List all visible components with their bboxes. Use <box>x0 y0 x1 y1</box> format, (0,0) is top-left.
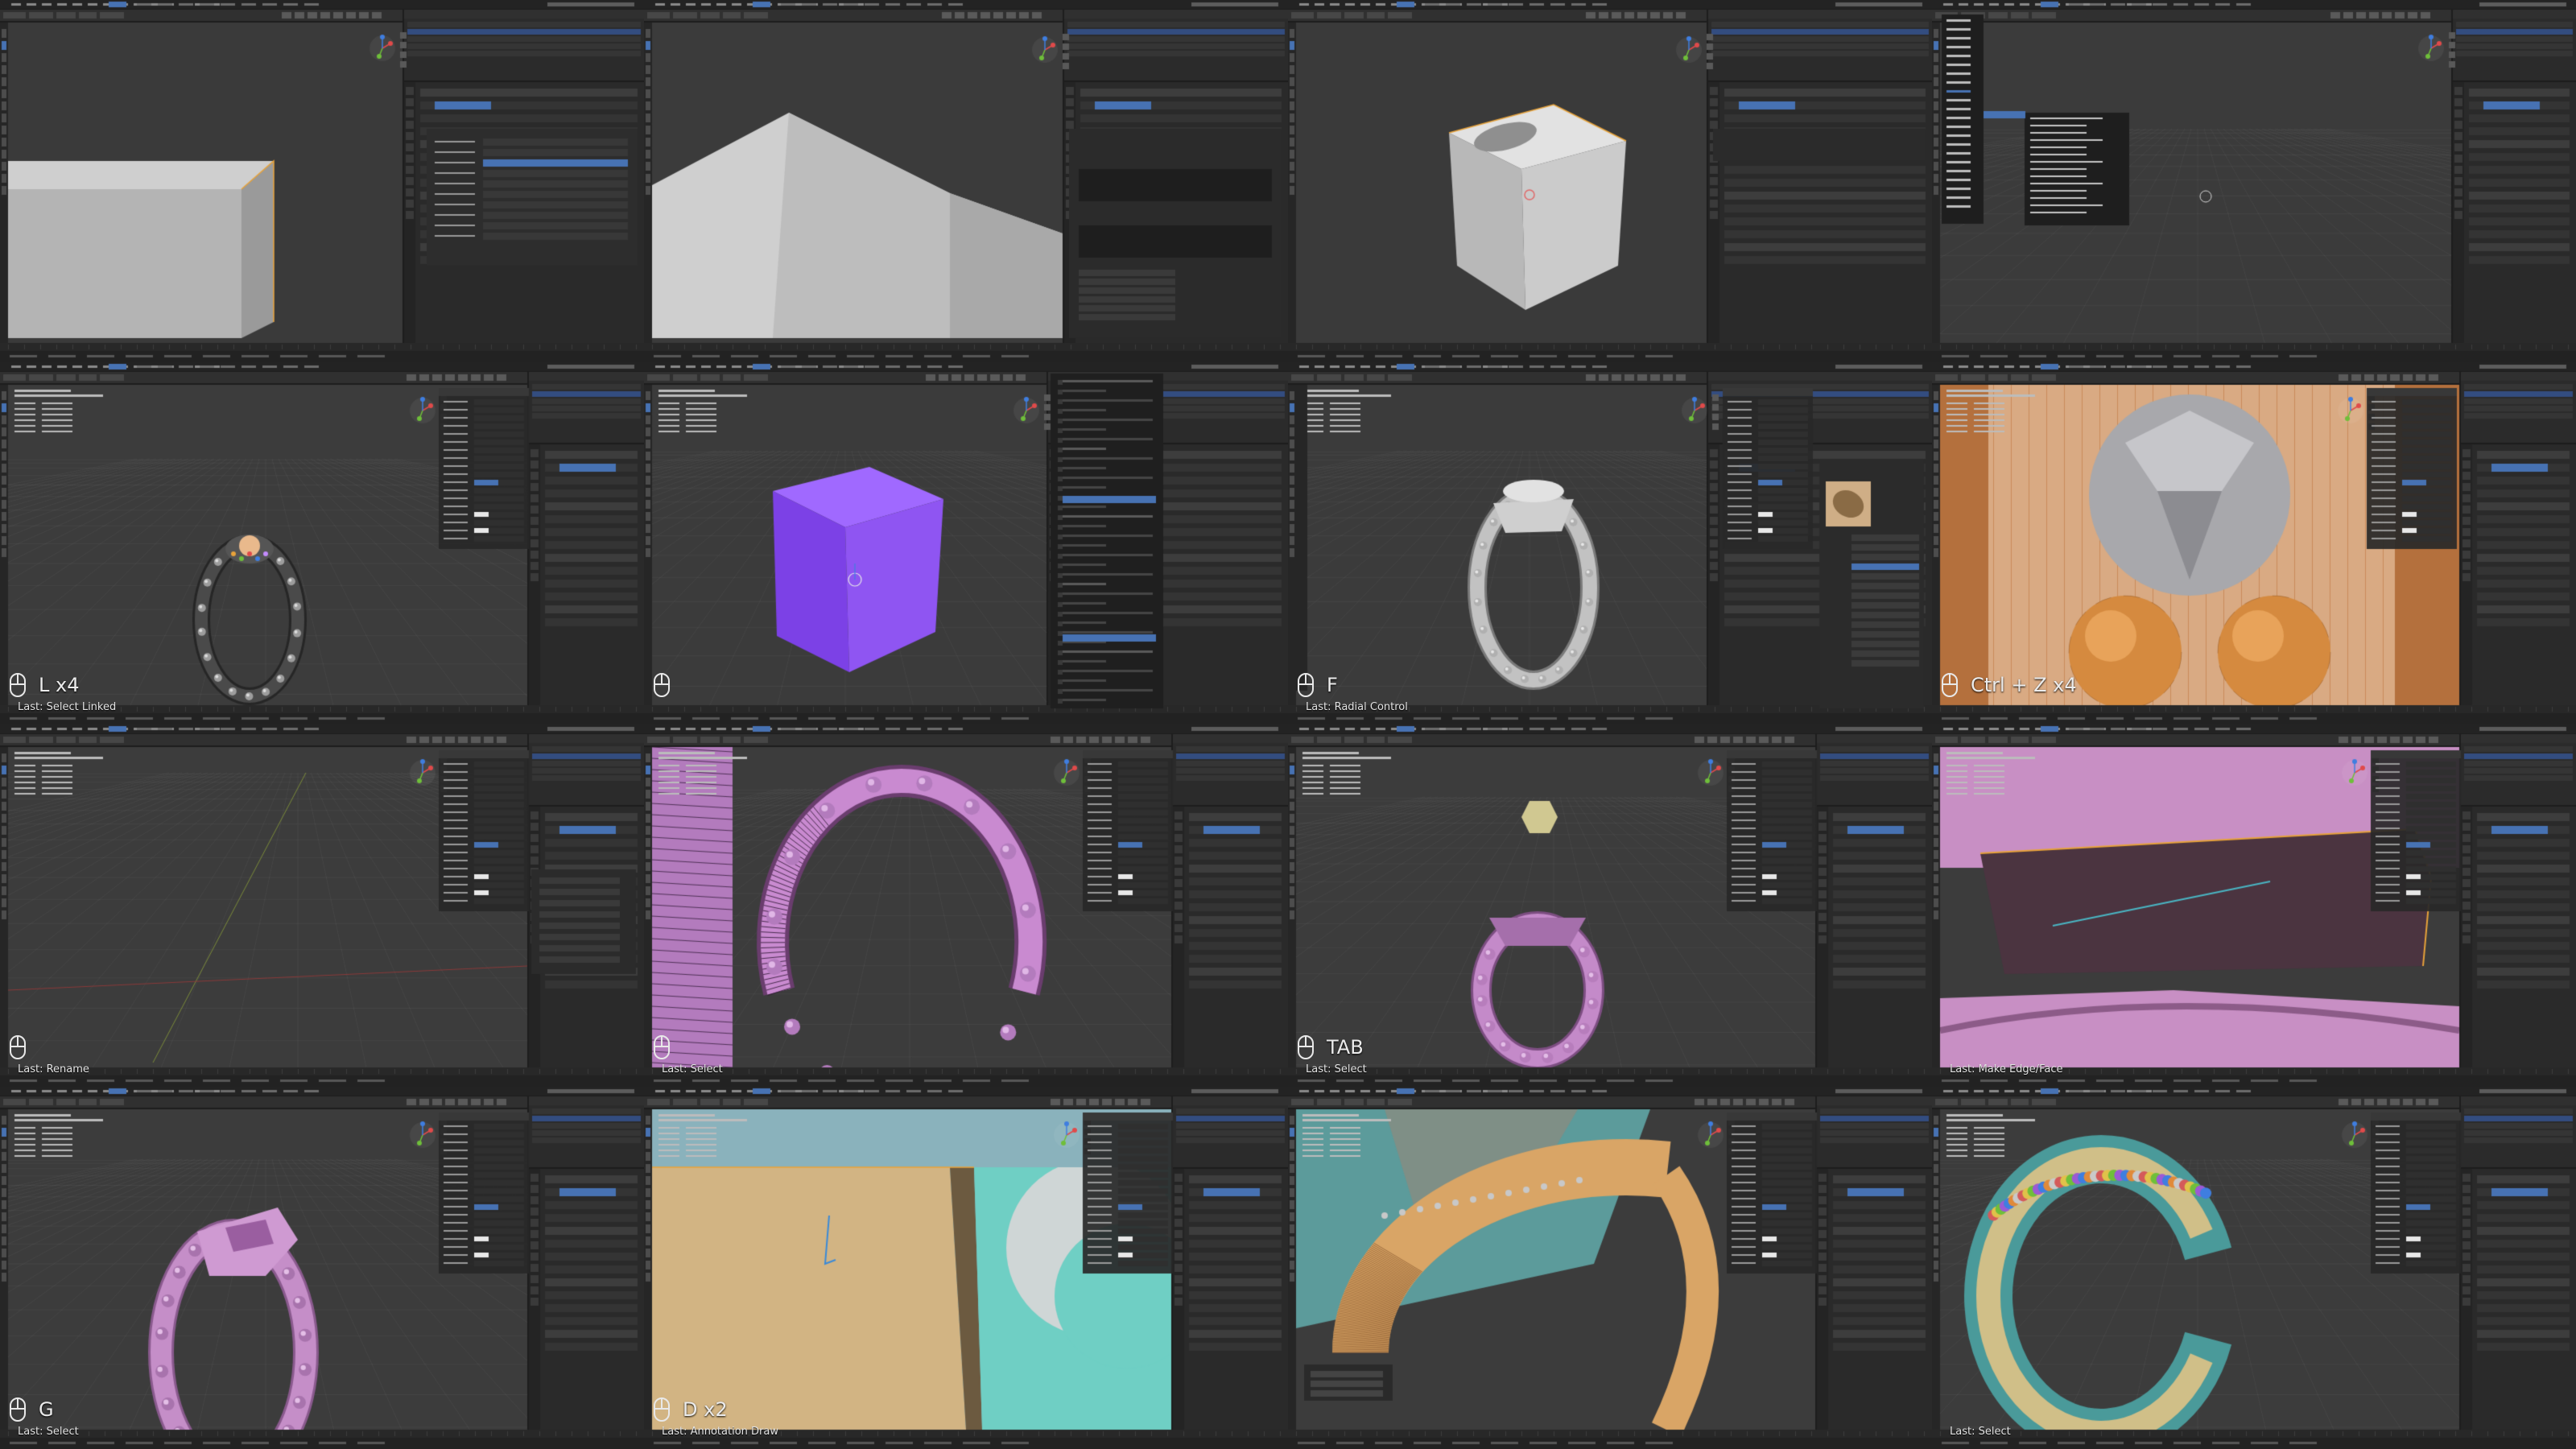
last-operator: Last: Select Linked <box>18 701 117 713</box>
mouse-icon <box>10 673 26 697</box>
blender-window <box>1288 362 1932 724</box>
frame-purple-cube <box>644 362 1288 724</box>
last-operator: Last: Rename <box>18 1063 89 1075</box>
tutorial-frame-grid: L x4 Last: Select Linked F Last: Radial … <box>0 0 2576 1449</box>
frame-dark-ring: L x4 Last: Select Linked <box>0 362 644 724</box>
hotkey-text: D x2 <box>683 1398 728 1421</box>
hotkey-text: L x4 <box>39 674 80 696</box>
frame-gold-ring-closeup <box>1288 1087 1932 1449</box>
last-operator: Last: Select <box>1306 1063 1367 1075</box>
blender-window <box>644 0 1288 362</box>
frame-empty-grid: Last: Rename <box>0 724 644 1087</box>
hotkey-overlay: G <box>10 1397 54 1422</box>
mouse-icon <box>654 673 670 697</box>
mouse-icon <box>654 1035 670 1059</box>
hotkey-overlay: Ctrl + Z x4 <box>1942 673 2077 697</box>
mouse-icon <box>1298 1035 1314 1059</box>
hotkey-overlay: F <box>1298 673 1338 697</box>
blender-window <box>1932 1087 2576 1449</box>
frame-wire-ring: Last: Select <box>644 724 1288 1087</box>
hotkey-overlay <box>654 673 670 697</box>
frame-add-menu <box>1932 0 2576 362</box>
last-operator: Last: Select <box>18 1426 79 1438</box>
hotkey-text: Ctrl + Z x4 <box>1971 674 2077 696</box>
frame-white-roof <box>644 0 1288 362</box>
hotkey-overlay: TAB <box>1298 1035 1364 1059</box>
blender-window <box>1288 0 1932 362</box>
frame-pink-ring: G Last: Select <box>0 1087 644 1449</box>
hotkey-overlay <box>654 1035 670 1059</box>
frame-color-ring: Last: Select <box>1932 1087 2576 1449</box>
blender-window <box>0 724 644 1087</box>
mouse-icon <box>10 1397 26 1422</box>
frame-box-edge <box>0 0 644 362</box>
mouse-icon <box>1298 673 1314 697</box>
hotkey-text: F <box>1327 674 1338 696</box>
last-operator: Last: Select <box>1950 1426 2011 1438</box>
mouse-icon <box>10 1035 26 1059</box>
blender-window <box>644 1087 1288 1449</box>
blender-window <box>1932 362 2576 724</box>
last-operator: Last: Annotation Draw <box>662 1426 778 1438</box>
blender-window <box>1288 1087 1932 1449</box>
blender-window <box>1288 724 1932 1087</box>
frame-grey-ring: F Last: Radial Control <box>1288 362 1932 724</box>
blender-window <box>0 0 644 362</box>
blender-window <box>0 362 644 724</box>
last-operator: Last: Radial Control <box>1306 701 1408 713</box>
hotkey-text: TAB <box>1327 1036 1364 1059</box>
hotkey-text: G <box>39 1398 54 1421</box>
frame-rounded-cube <box>1288 0 1932 362</box>
blender-window <box>0 1087 644 1449</box>
mouse-icon <box>654 1397 670 1422</box>
blender-window <box>644 362 1288 724</box>
frame-pink-ring-gem: TAB Last: Select <box>1288 724 1932 1087</box>
last-operator: Last: Select <box>662 1063 723 1075</box>
hotkey-overlay <box>10 1035 26 1059</box>
hotkey-overlay: D x2 <box>654 1397 728 1422</box>
frame-teal-closeup: D x2 Last: Annotation Draw <box>644 1087 1288 1449</box>
mouse-icon <box>1942 673 1958 697</box>
hotkey-overlay: L x4 <box>10 673 79 697</box>
last-operator: Last: Make Edge/Face <box>1950 1063 2063 1075</box>
blender-window <box>1932 0 2576 362</box>
frame-gem-closeup: Ctrl + Z x4 <box>1932 362 2576 724</box>
frame-pink-closeup: Last: Make Edge/Face <box>1932 724 2576 1087</box>
blender-window <box>644 724 1288 1087</box>
blender-window <box>1932 724 2576 1087</box>
